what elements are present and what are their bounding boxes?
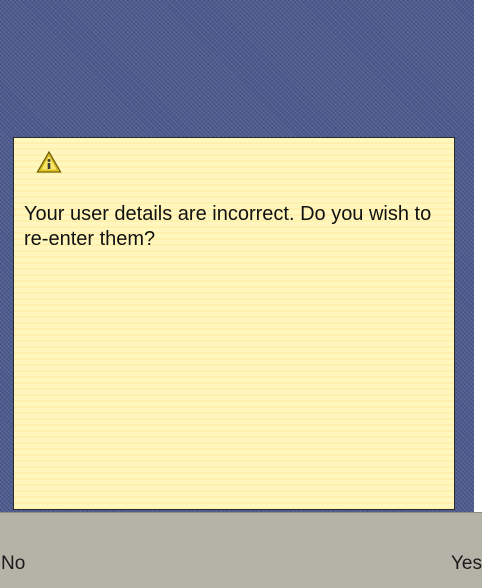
alert-dialog: Your user details are incorrect. Do you …: [13, 137, 455, 510]
phone-screen: Your user details are incorrect. Do you …: [0, 0, 482, 588]
alert-message: Your user details are incorrect. Do you …: [24, 203, 432, 250]
no-softkey[interactable]: No: [1, 553, 25, 575]
softkey-bar: No Yes: [0, 512, 482, 588]
yes-softkey[interactable]: Yes: [451, 553, 482, 575]
warning-triangle-icon: [36, 150, 62, 174]
